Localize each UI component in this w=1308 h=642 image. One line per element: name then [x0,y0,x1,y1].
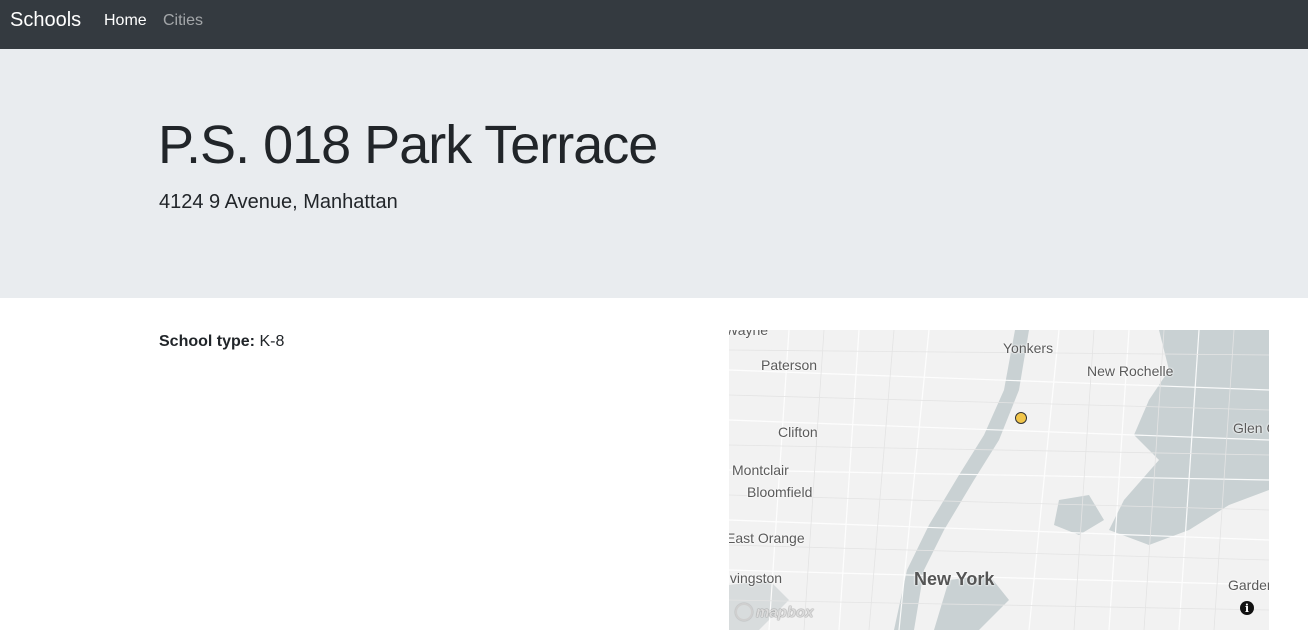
map-label-clifton: Clifton [778,424,818,440]
mapbox-logo[interactable]: mapbox [735,602,814,622]
info-icon[interactable]: i [1240,601,1254,615]
map-label-yonkers: Yonkers [1003,340,1054,356]
school-location-marker[interactable] [1015,412,1027,424]
navbar: Schools Home Cities [0,0,1308,49]
map-label-garden-city: Garden City [1228,577,1269,593]
page-title: P.S. 018 Park Terrace [158,115,658,175]
map-label-east-orange: East Orange [729,530,805,546]
school-map[interactable]: Wayne Paterson Yonkers New Rochelle Clif… [729,330,1269,630]
nav-home-link[interactable]: Home [104,12,147,30]
mapbox-logo-text: mapbox [756,603,814,621]
mapbox-logo-icon [735,603,753,621]
hero-jumbotron: P.S. 018 Park Terrace 4124 9 Avenue, Man… [0,49,1308,298]
school-address: 4124 9 Avenue, Manhattan [159,191,398,213]
school-type-label: School type: [159,333,256,350]
map-label-glen-cove: Glen Cove [1233,420,1269,436]
map-label-wayne: Wayne [729,330,769,338]
map-base [729,330,1269,630]
map-label-paterson: Paterson [761,357,818,373]
map-label-livingston: Livingston [729,570,783,586]
nav-cities-link[interactable]: Cities [163,12,203,30]
map-label-new-york: New York [914,569,995,589]
brand-link[interactable]: Schools [10,9,81,32]
map-label-montclair: Montclair [732,462,789,478]
school-type-row: School type: K-8 [159,333,284,351]
school-type-value: K-8 [259,333,285,350]
map-label-new-rochelle: New Rochelle [1087,363,1174,379]
map-label-bloomfield: Bloomfield [747,484,813,500]
